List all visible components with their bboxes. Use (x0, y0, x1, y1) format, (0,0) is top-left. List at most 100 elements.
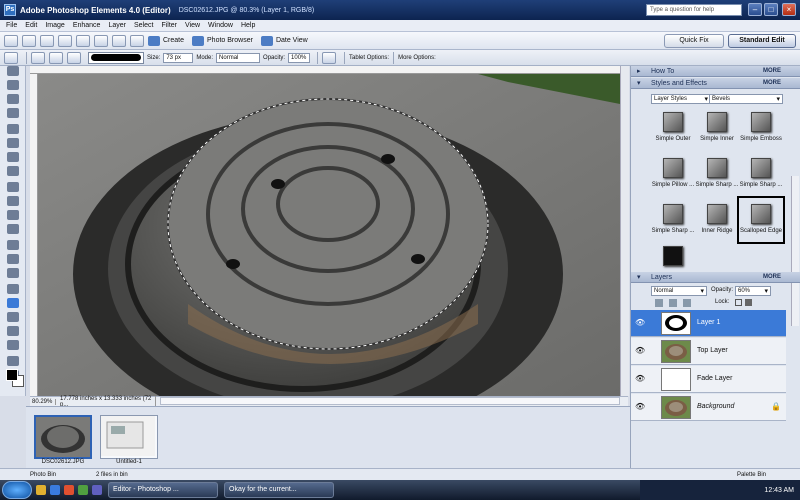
magic-wand-icon[interactable] (7, 152, 19, 162)
standard-edit-button[interactable]: Standard Edit (728, 34, 796, 48)
lasso-icon[interactable] (7, 138, 19, 148)
style-scalloped-edge[interactable]: Scalloped Edge (737, 196, 785, 244)
zoom-level[interactable]: 80.29% (30, 398, 56, 405)
zoom-tool-icon[interactable] (7, 80, 19, 90)
visibility-eye-icon[interactable]: 👁 (635, 402, 645, 412)
layers-more-button[interactable]: MORE (763, 272, 781, 283)
tablet-options-button[interactable]: Tablet Options: (349, 55, 389, 61)
photo-icon[interactable] (40, 34, 54, 47)
menu-filter[interactable]: Filter (161, 22, 177, 29)
clone-stamp-icon[interactable] (7, 268, 19, 278)
redo-icon[interactable] (130, 34, 144, 47)
horizontal-scrollbar[interactable] (160, 397, 620, 405)
quicklaunch-icon[interactable] (92, 485, 102, 495)
style-subcategory-select[interactable]: Bevels (709, 94, 783, 104)
brush-icon[interactable] (7, 298, 19, 308)
cookie-cutter-icon[interactable] (7, 210, 19, 220)
color-replacement-icon[interactable] (67, 51, 81, 64)
style-simple-sharp-1[interactable]: Simple Sharp ... (695, 152, 739, 196)
visibility-eye-icon[interactable]: 👁 (635, 374, 645, 384)
menu-window[interactable]: Window (208, 22, 233, 29)
eyedropper-icon[interactable] (7, 108, 19, 118)
clock[interactable]: 12:43 AM (764, 487, 794, 494)
quicklaunch-icon[interactable] (78, 485, 88, 495)
help-search-input[interactable]: Type a question for help (646, 4, 742, 16)
bin-thumbnail-dsc02612[interactable] (34, 415, 92, 459)
hand-tool-icon[interactable] (7, 94, 19, 104)
create-button[interactable]: Create (148, 35, 184, 46)
impressionist-brush-icon[interactable] (49, 51, 63, 64)
menu-file[interactable]: File (6, 22, 17, 29)
save-icon[interactable] (58, 34, 72, 47)
menu-edit[interactable]: Edit (25, 22, 37, 29)
styles-more-button[interactable]: MORE (763, 78, 781, 89)
menu-select[interactable]: Select (134, 22, 153, 29)
vertical-scrollbar[interactable] (620, 66, 629, 396)
close-button[interactable]: × (782, 3, 796, 16)
style-simple-emboss[interactable]: Simple Emboss (739, 106, 783, 150)
new-layer-icon[interactable] (655, 299, 663, 307)
minimize-button[interactable]: – (748, 3, 762, 16)
maximize-button[interactable]: □ (764, 3, 778, 16)
more-options-button[interactable]: More Options: (398, 55, 436, 61)
visibility-eye-icon[interactable]: 👁 (635, 346, 645, 356)
visibility-eye-icon[interactable]: 👁 (635, 318, 645, 328)
style-simple-pillow[interactable]: Simple Pillow ... (651, 152, 695, 196)
bin-thumbnail-untitled[interactable] (100, 415, 158, 459)
size-input[interactable]: 73 px (163, 52, 194, 63)
style-category-select[interactable]: Layer Styles (651, 94, 711, 104)
palette-bin-toggle[interactable]: Palette Bin (737, 472, 766, 478)
mode-select[interactable]: Normal (216, 52, 261, 63)
brush-mode-icon[interactable] (31, 51, 45, 64)
menu-layer[interactable]: Layer (108, 22, 126, 29)
start-button[interactable] (2, 481, 32, 499)
quicklaunch-icon[interactable] (64, 485, 74, 495)
menu-help[interactable]: Help (241, 22, 255, 29)
style-simple-sharp-2[interactable]: Simple Sharp ... (739, 152, 783, 196)
layers-header[interactable]: ▾ Layers MORE (631, 272, 800, 283)
brush-tool-icon[interactable] (4, 51, 18, 64)
layer-row-layer1[interactable]: 👁 Layer 1 (631, 310, 786, 337)
styles-scrollbar[interactable] (791, 176, 799, 326)
lock-transparency-icon[interactable] (735, 299, 742, 306)
taskbar-item-editor[interactable]: Editor - Photoshop ... (108, 482, 218, 498)
style-simple-outer[interactable]: Simple Outer (651, 106, 695, 150)
open-file-icon[interactable] (22, 34, 36, 47)
crop-icon[interactable] (7, 196, 19, 206)
taskbar-item-browser[interactable]: Okay for the current... (224, 482, 334, 498)
style-extra[interactable] (651, 244, 695, 266)
date-view-button[interactable]: Date View (260, 35, 308, 46)
eraser-icon[interactable] (7, 284, 19, 294)
adjustment-layer-icon[interactable] (669, 299, 677, 307)
howto-header[interactable]: ▸ How To MORE (631, 66, 800, 77)
styles-header[interactable]: ▾ Styles and Effects MORE (631, 78, 800, 89)
spot-healing-icon[interactable] (7, 254, 19, 264)
type-icon[interactable] (7, 182, 19, 192)
move-tool-icon[interactable] (7, 66, 19, 76)
layer-row-fade-layer[interactable]: 👁 Fade Layer (631, 366, 786, 393)
menu-enhance[interactable]: Enhance (73, 22, 101, 29)
layer-row-background[interactable]: 👁 Background 🔒 (631, 394, 786, 421)
brush-preset-picker[interactable] (88, 51, 144, 64)
delete-layer-icon[interactable] (683, 299, 691, 307)
selection-brush-icon[interactable] (7, 166, 19, 176)
menu-image[interactable]: Image (45, 22, 64, 29)
howto-more-button[interactable]: MORE (763, 66, 781, 77)
blur-icon[interactable] (7, 356, 19, 366)
quick-fix-button[interactable]: Quick Fix (664, 34, 724, 48)
new-file-icon[interactable] (4, 34, 18, 47)
paint-bucket-icon[interactable] (7, 312, 19, 322)
quicklaunch-icon[interactable] (36, 485, 46, 495)
gradient-icon[interactable] (7, 326, 19, 336)
photo-bin-toggle[interactable]: Photo Bin (30, 472, 56, 478)
style-inner-ridge[interactable]: Inner Ridge (695, 198, 739, 242)
style-simple-inner[interactable]: Simple Inner (695, 106, 739, 150)
lock-all-icon[interactable] (745, 299, 752, 306)
quicklaunch-icon[interactable] (50, 485, 60, 495)
foreground-color-swatch[interactable] (6, 369, 18, 381)
marquee-icon[interactable] (7, 124, 19, 134)
image-canvas[interactable] (38, 74, 620, 396)
photo-browser-button[interactable]: Photo Browser (192, 35, 253, 46)
red-eye-icon[interactable] (7, 240, 19, 250)
style-simple-sharp-3[interactable]: Simple Sharp ... (651, 198, 695, 242)
